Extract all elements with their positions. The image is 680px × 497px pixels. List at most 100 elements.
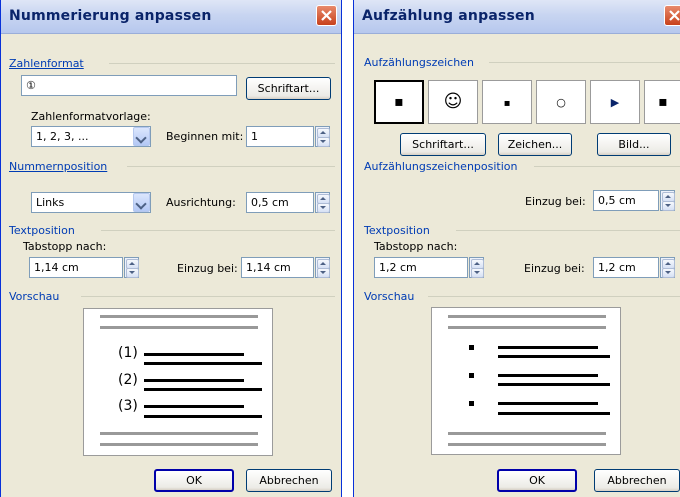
preview-bullet bbox=[469, 345, 474, 350]
separator bbox=[101, 230, 335, 231]
preview-line bbox=[144, 405, 244, 408]
close-icon bbox=[669, 10, 680, 21]
zahlenformat-section-label: Zahlenformat bbox=[9, 57, 84, 70]
ausrichtung-input[interactable]: 0,5 cm bbox=[246, 192, 314, 213]
spin-down-icon[interactable] bbox=[317, 137, 330, 147]
einzug-spinner[interactable] bbox=[315, 257, 330, 278]
separator bbox=[81, 296, 335, 297]
dialog-title: Aufzählung anpassen bbox=[362, 8, 535, 24]
position-select-value: Links bbox=[36, 196, 65, 209]
tabstopp-input[interactable]: 1,2 cm bbox=[374, 257, 468, 278]
ausrichtung-spinner[interactable] bbox=[315, 192, 330, 213]
einzug-input[interactable]: 1,14 cm bbox=[241, 257, 314, 278]
spin-down-icon[interactable] bbox=[471, 268, 484, 278]
schriftart-button[interactable]: Schriftart... bbox=[246, 77, 331, 100]
tabstopp-input[interactable]: 1,14 cm bbox=[29, 257, 123, 278]
close-button[interactable] bbox=[664, 5, 680, 26]
bild-button[interactable]: Bild... bbox=[597, 133, 671, 156]
spin-down-icon[interactable] bbox=[317, 268, 330, 278]
cancel-button[interactable]: Abbrechen bbox=[594, 469, 680, 492]
preview-line bbox=[498, 346, 598, 349]
separator bbox=[534, 166, 680, 167]
bullet-option[interactable]: ☺ bbox=[428, 80, 478, 124]
zeichen-section-label: Aufzählungszeichen bbox=[364, 56, 474, 69]
dropdown-arrow-icon[interactable] bbox=[133, 127, 150, 146]
close-icon bbox=[321, 10, 332, 21]
preview-line bbox=[100, 443, 258, 446]
position-section-label: Aufzählungszeichenposition bbox=[364, 160, 518, 173]
preview-line bbox=[448, 326, 606, 329]
bullet-glyph: ○ bbox=[556, 96, 566, 109]
text-einzug-label: Einzug bei: bbox=[524, 262, 585, 275]
bullet-glyph: ▪ bbox=[503, 98, 511, 109]
einzug-spinner[interactable] bbox=[660, 190, 675, 211]
vorschau-section-label: Vorschau bbox=[9, 290, 60, 303]
schriftart-button[interactable]: Schriftart... bbox=[400, 133, 486, 156]
separator bbox=[109, 63, 335, 64]
title-bar[interactable]: Nummerierung anpassen bbox=[1, 0, 341, 34]
vorlage-label: Zahlenformatvorlage: bbox=[31, 110, 151, 123]
textposition-section-label: Textposition bbox=[9, 224, 75, 237]
spin-down-icon[interactable] bbox=[317, 203, 330, 213]
preview-line bbox=[448, 432, 606, 435]
preview-number: (1) bbox=[118, 345, 138, 361]
preview-line bbox=[498, 374, 598, 377]
zeichen-button[interactable]: Zeichen... bbox=[498, 133, 572, 156]
bullet-glyph: ▪ bbox=[394, 94, 404, 110]
text-einzug-spinner[interactable] bbox=[660, 257, 675, 278]
dialog-title: Nummerierung anpassen bbox=[9, 8, 212, 24]
einzug-label: Einzug bei: bbox=[525, 195, 586, 208]
vorlage-select-value: 1, 2, 3, ... bbox=[36, 130, 89, 143]
title-bar[interactable]: Aufzählung anpassen bbox=[354, 0, 680, 34]
preview-line bbox=[144, 388, 262, 391]
text-einzug-input[interactable]: 1,2 cm bbox=[593, 257, 659, 278]
tabstopp-label: Tabstopp nach: bbox=[23, 240, 107, 253]
bullet-option[interactable]: ▶ bbox=[590, 80, 640, 124]
preview-pane bbox=[431, 307, 621, 455]
bullet-glyph: ▪ bbox=[658, 94, 668, 110]
preview-line bbox=[144, 379, 244, 382]
bullet-dialog: Aufzählung anpassen Aufzählungszeichen ▪… bbox=[353, 0, 680, 497]
beginnen-spinner[interactable] bbox=[315, 126, 330, 147]
preview-line bbox=[100, 326, 258, 329]
ok-button[interactable]: OK bbox=[154, 469, 234, 492]
preview-line bbox=[498, 402, 598, 405]
beginnen-input[interactable]: 1 bbox=[246, 126, 314, 147]
preview-bullet bbox=[469, 373, 474, 378]
preview-line bbox=[498, 412, 610, 415]
bullet-glyph: ▶ bbox=[610, 96, 620, 109]
bullet-option[interactable]: ▪ bbox=[644, 80, 680, 124]
bullet-option[interactable]: ▪ bbox=[374, 80, 424, 124]
numbering-dialog: Nummerierung anpassen Zahlenformat ① Sch… bbox=[0, 0, 342, 497]
preview-line bbox=[498, 383, 610, 386]
preview-line bbox=[448, 443, 606, 446]
spin-down-icon[interactable] bbox=[662, 201, 675, 211]
bullet-glyph: ☺ bbox=[443, 91, 463, 112]
tabstopp-spinner[interactable] bbox=[124, 257, 139, 278]
bullet-option[interactable]: ○ bbox=[536, 80, 586, 124]
einzug-input[interactable]: 0,5 cm bbox=[593, 190, 659, 211]
vorschau-section-label: Vorschau bbox=[364, 290, 415, 303]
spin-down-icon[interactable] bbox=[126, 268, 139, 278]
tabstopp-label: Tabstopp nach: bbox=[374, 240, 458, 253]
preview-line bbox=[144, 353, 244, 356]
beginnen-label: Beginnen mit: bbox=[166, 130, 244, 143]
separator bbox=[456, 230, 680, 231]
textposition-section-label: Textposition bbox=[364, 224, 430, 237]
preview-number: (2) bbox=[118, 372, 138, 388]
preview-number: (3) bbox=[118, 398, 138, 414]
preview-line bbox=[498, 355, 610, 358]
tabstopp-spinner[interactable] bbox=[469, 257, 484, 278]
spin-down-icon[interactable] bbox=[662, 268, 675, 278]
close-button[interactable] bbox=[316, 5, 337, 26]
preview-line bbox=[448, 315, 606, 318]
preview-line bbox=[144, 415, 262, 418]
preview-line bbox=[100, 432, 258, 435]
bullet-option[interactable]: ▪ bbox=[482, 80, 532, 124]
zahlenformat-input[interactable]: ① bbox=[21, 75, 237, 96]
cancel-button[interactable]: Abbrechen bbox=[246, 469, 332, 492]
dropdown-arrow-icon[interactable] bbox=[133, 193, 150, 212]
separator bbox=[489, 62, 680, 63]
separator bbox=[127, 166, 335, 167]
ok-button[interactable]: OK bbox=[497, 469, 577, 492]
